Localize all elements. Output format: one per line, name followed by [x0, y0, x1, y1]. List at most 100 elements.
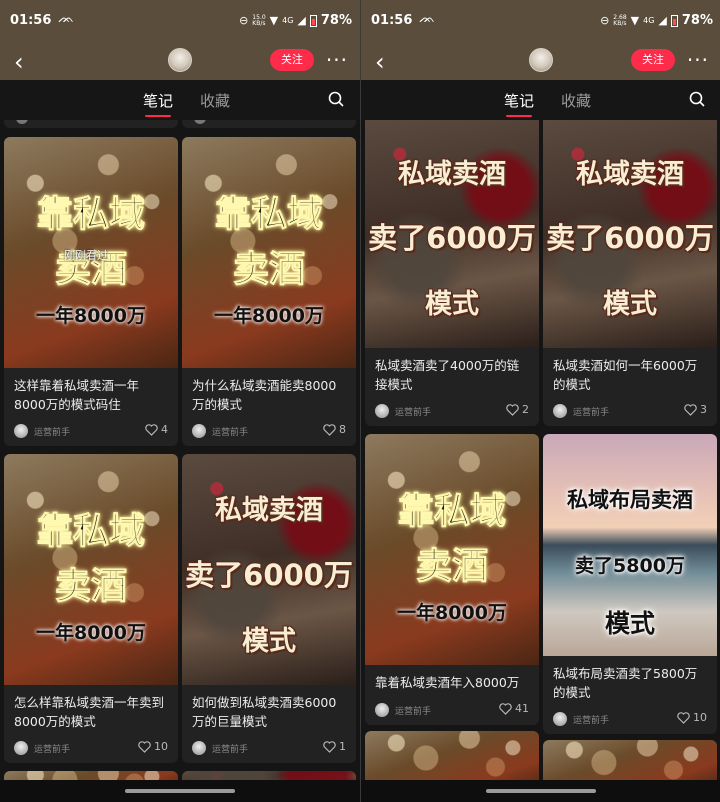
- heart-icon: [677, 711, 690, 724]
- heart-icon: [684, 403, 697, 416]
- author-name[interactable]: 运营前手: [395, 405, 431, 418]
- heart-icon: [323, 740, 336, 753]
- author-avatar[interactable]: [14, 424, 28, 438]
- list-item[interactable]: [543, 740, 717, 780]
- list-item[interactable]: [4, 120, 178, 128]
- note-card[interactable]: 私域布局卖酒 卖了5800万 模式 私域布局卖酒卖了5800万的模式 运营前手 …: [543, 434, 717, 734]
- cover-text: 私域布局卖酒: [567, 488, 693, 512]
- cover-text: 私域卖酒: [398, 159, 506, 190]
- author-name[interactable]: 运营前手: [34, 425, 70, 438]
- cover-text: 模式: [242, 626, 296, 657]
- cover-text: 靠私域: [397, 491, 506, 533]
- status-bar: 01:56 ᨏ ⊖ 2.68 KB/s ▼ 4G ◢ 78%: [361, 0, 720, 42]
- tabs-bar: 笔记 收藏: [0, 80, 360, 120]
- home-indicator[interactable]: [486, 789, 596, 793]
- note-title: 靠着私域卖酒年入8000万: [375, 675, 520, 690]
- recently-viewed-label: 刚刚看过: [64, 249, 108, 262]
- profile-header: ‹ 关注 ···: [361, 42, 720, 80]
- battery-percent: 78%: [320, 13, 352, 28]
- note-card[interactable]: 私域卖酒 卖了6000万 模式 私域卖酒如何一年6000万的模式 运营前手 3: [543, 120, 717, 426]
- like-button[interactable]: 2: [506, 403, 529, 416]
- right-phone-screen: 01:56 ᨏ ⊖ 2.68 KB/s ▼ 4G ◢ 78% ‹ 关注 ··· …: [361, 0, 720, 802]
- author-avatar[interactable]: [375, 404, 389, 418]
- note-cover: 靠私域 卖酒 一年8000万: [365, 434, 539, 665]
- author-avatar[interactable]: [14, 741, 28, 755]
- author-name[interactable]: 运营前手: [573, 713, 609, 726]
- net-unit: KB/s: [252, 19, 266, 27]
- author-name[interactable]: 运营前手: [573, 405, 609, 418]
- like-count: 8: [339, 423, 346, 436]
- cover-text: 模式: [604, 609, 655, 638]
- author-name[interactable]: 运营前手: [34, 742, 70, 755]
- status-time: 01:56: [371, 13, 413, 28]
- more-icon[interactable]: ···: [326, 48, 348, 72]
- back-arrow-icon[interactable]: ‹: [375, 48, 385, 76]
- list-item[interactable]: [182, 120, 356, 128]
- author-avatar[interactable]: [192, 741, 206, 755]
- list-item[interactable]: [365, 731, 539, 780]
- cover-text: 靠私域: [214, 194, 323, 236]
- avatar[interactable]: [168, 48, 192, 72]
- note-card[interactable]: 靠私域 卖酒 一年8000万 靠着私域卖酒年入8000万 运营前手 41: [365, 434, 539, 725]
- note-card[interactable]: 靠私域 卖酒 一年8000万 怎么样靠私域卖酒一年卖到8000万的模式 运营前手…: [4, 454, 178, 763]
- home-indicator[interactable]: [125, 789, 235, 793]
- note-title: 私域卖酒如何一年6000万的模式: [553, 358, 698, 392]
- dnd-icon: ⊖: [600, 14, 610, 27]
- author-avatar[interactable]: [553, 404, 567, 418]
- tab-notes[interactable]: 笔记: [143, 90, 173, 117]
- note-card[interactable]: 私域卖酒 卖了6000万 模式 如何做到私域卖酒卖6000万的巨量模式 运营前手…: [182, 454, 356, 763]
- author-name[interactable]: 运营前手: [395, 704, 431, 717]
- cover-text: 卖了6000万: [185, 558, 353, 592]
- note-title: 这样靠着私域卖酒一年8000万的模式码住: [14, 378, 140, 412]
- like-button[interactable]: 3: [684, 403, 707, 416]
- author-avatar[interactable]: [192, 424, 206, 438]
- author-name[interactable]: 运营前手: [212, 425, 248, 438]
- like-count: 2: [522, 403, 529, 416]
- more-icon[interactable]: ···: [687, 48, 709, 72]
- cover-text: 一年8000万: [36, 305, 146, 327]
- battery-icon: [309, 14, 317, 27]
- tab-notes[interactable]: 笔记: [504, 90, 534, 117]
- back-arrow-icon[interactable]: ‹: [14, 48, 24, 76]
- like-button[interactable]: 41: [499, 702, 529, 715]
- like-count: 41: [515, 702, 529, 715]
- list-item[interactable]: [4, 771, 178, 780]
- note-card[interactable]: 靠私域 卖酒 一年8000万 刚刚看过 这样靠着私域卖酒一年8000万的模式码住…: [4, 137, 178, 446]
- like-button[interactable]: 1: [323, 740, 346, 753]
- status-bar: 01:56 ᨏ ⊖ 15.0 KB/s ▼ 4G ◢ 78%: [0, 0, 360, 42]
- author-avatar[interactable]: [375, 703, 389, 717]
- cover-text: 靠私域: [36, 194, 145, 236]
- tab-favorites[interactable]: 收藏: [561, 90, 591, 111]
- note-card[interactable]: 私域卖酒 卖了6000万 模式 私域卖酒卖了4000万的链接模式 运营前手 2: [365, 120, 539, 426]
- author-avatar[interactable]: [553, 712, 567, 726]
- like-button[interactable]: 10: [138, 740, 168, 753]
- like-button[interactable]: 10: [677, 711, 707, 724]
- cover-text: 卖酒: [415, 546, 488, 588]
- search-icon[interactable]: [689, 91, 705, 107]
- author-name[interactable]: 运营前手: [212, 742, 248, 755]
- heart-icon: [323, 423, 336, 436]
- avatar[interactable]: [529, 48, 553, 72]
- signal-label: 4G: [643, 16, 655, 25]
- cover-text: 模式: [603, 289, 657, 320]
- like-button[interactable]: 8: [323, 423, 346, 436]
- cover-text: 靠私域: [36, 511, 145, 553]
- note-cover: 私域卖酒 卖了6000万 模式: [543, 120, 717, 348]
- note-card[interactable]: 靠私域 卖酒 一年8000万 为什么私域卖酒能卖8000万的模式 运营前手 8: [182, 137, 356, 446]
- cover-text: 卖酒: [232, 249, 305, 291]
- search-icon[interactable]: [328, 91, 344, 107]
- list-item[interactable]: [182, 771, 356, 780]
- follow-button[interactable]: 关注: [631, 49, 675, 71]
- notification-icon: ᨏ: [419, 11, 436, 26]
- cover-text: 卖酒: [54, 566, 127, 608]
- like-button[interactable]: 4: [145, 423, 168, 436]
- note-title: 私域卖酒卖了4000万的链接模式: [375, 358, 520, 392]
- cover-text: 一年8000万: [397, 602, 507, 624]
- net-unit: KB/s: [613, 19, 627, 27]
- follow-button[interactable]: 关注: [270, 49, 314, 71]
- wifi-icon: ▼: [269, 14, 279, 27]
- note-cover: 靠私域 卖酒 一年8000万: [182, 137, 356, 368]
- heart-icon: [145, 423, 158, 436]
- tab-favorites[interactable]: 收藏: [200, 90, 230, 111]
- wifi-icon: ▼: [630, 14, 640, 27]
